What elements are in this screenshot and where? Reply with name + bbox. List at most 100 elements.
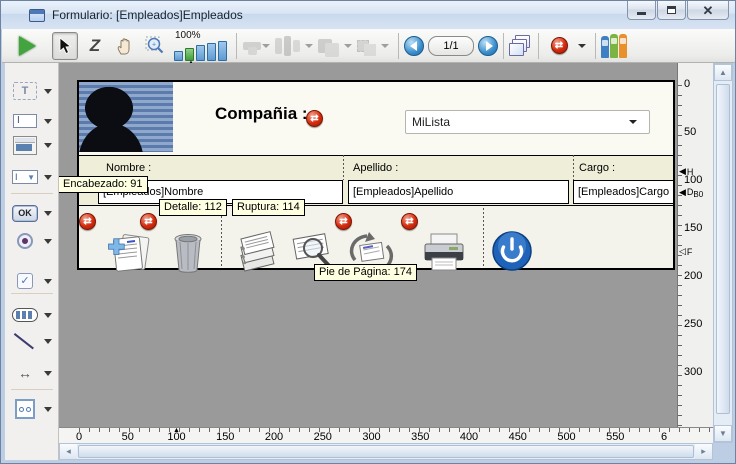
scroll-left-icon[interactable]: ◂ [60, 444, 77, 459]
object-method-dropdown-icon[interactable] [578, 44, 586, 48]
delete-record-button[interactable] [171, 230, 205, 281]
band-marker-H[interactable]: ◀H [679, 166, 693, 177]
method-badge[interactable]: ⇄ [140, 213, 157, 230]
magnifier-icon: + [145, 36, 165, 56]
apellido-field[interactable]: [Empleados]Apellido [348, 180, 569, 204]
ruler-tick-label: 6 [661, 431, 667, 443]
minimize-button[interactable] [627, 1, 656, 20]
chevron-down-icon [44, 279, 52, 284]
chevron-down-icon [44, 371, 52, 376]
line-tool[interactable] [12, 331, 56, 351]
vertical-ruler[interactable]: 050100150200250300◀H◀DB0◁F [677, 63, 713, 427]
object-method-button[interactable]: ⇄ [546, 32, 572, 60]
ok-button-tool[interactable]: OK [12, 203, 56, 223]
window-title: Formulario: [Empleados]Empleados [52, 8, 243, 22]
vertical-scrollbar[interactable]: ▲ ▼ [713, 63, 733, 443]
static-text-tool[interactable]: T [12, 81, 56, 101]
company-dropdown[interactable]: MiLista [405, 110, 650, 134]
scroll-right-icon[interactable]: ▸ [695, 444, 712, 459]
maximize-button[interactable] [657, 1, 686, 20]
chevron-down-icon [629, 120, 637, 124]
previous-page-button[interactable] [404, 36, 424, 56]
align-dropdown-icon [262, 44, 270, 48]
align-tools-disabled [242, 37, 274, 55]
header-band-marker[interactable]: Encabezado: 91 [59, 176, 148, 193]
check-box-tool[interactable]: ✓ [12, 271, 56, 291]
add-record-button[interactable] [105, 230, 155, 281]
next-page-button[interactable] [478, 36, 498, 56]
hand-icon [115, 36, 135, 56]
ruler-tick-label: 200 [684, 270, 702, 282]
group-area-tool[interactable] [12, 135, 56, 155]
vertical-scroll-thumb[interactable] [716, 84, 730, 414]
method-badge[interactable]: ⇄ [401, 213, 418, 230]
distribute-dropdown-icon [305, 44, 313, 48]
zoom-bar-400[interactable] [207, 43, 216, 61]
book-orange-icon [619, 34, 627, 58]
detail-band-marker[interactable]: Detalle: 112 [159, 199, 227, 216]
power-icon [491, 230, 533, 272]
book-blue-icon [601, 36, 609, 58]
form-pages-button[interactable] [509, 35, 533, 57]
ruler-tick-label: 350 [411, 431, 429, 443]
cargo-field[interactable]: [Empleados]Cargo [573, 180, 674, 204]
employee-photo[interactable] [79, 82, 173, 152]
object-method-icon: ⇄ [551, 37, 568, 54]
horizontal-scroll-thumb[interactable] [78, 445, 694, 458]
close-icon: ✕ [703, 4, 714, 17]
entry-order-button[interactable]: Z [82, 32, 108, 60]
chevron-down-icon [44, 239, 52, 244]
nombre-label: Nombre : [106, 162, 151, 174]
cargo-label: Cargo : [579, 162, 615, 174]
chevron-down-icon [44, 143, 52, 148]
method-badge[interactable]: ⇄ [335, 213, 352, 230]
selection-tool-button[interactable] [52, 32, 78, 60]
apellido-label: Apellido : [353, 162, 398, 174]
band-marker-D[interactable]: ◀DB0 [679, 187, 703, 198]
close-button[interactable]: ✕ [687, 1, 729, 20]
form-canvas[interactable]: Compañia : MiLista Nombre : Apellido : C… [59, 63, 677, 427]
minimize-icon [637, 12, 646, 15]
form-design-area[interactable]: Compañia : MiLista Nombre : Apellido : C… [77, 80, 675, 270]
pan-tool-button[interactable] [112, 32, 138, 60]
horizontal-scrollbar[interactable]: ◂ ▸ [59, 443, 713, 460]
explorer-books-button[interactable] [601, 34, 627, 58]
break-band-marker[interactable]: Ruptura: 114 [232, 199, 305, 216]
band-marker-F[interactable]: ◁F [679, 246, 692, 257]
input-field-tool[interactable]: I [12, 111, 56, 131]
card-stack-icon [231, 230, 279, 276]
chevron-down-icon [44, 407, 52, 412]
distribute-tools-disabled [274, 36, 317, 56]
maximize-icon [667, 6, 676, 14]
splitter-tool[interactable]: ↔ [12, 363, 56, 383]
quit-button[interactable] [491, 230, 533, 277]
zoom-widget[interactable]: 100% ▲ [174, 31, 227, 61]
list-box-tool[interactable] [12, 305, 56, 325]
zoom-bar-200[interactable] [196, 45, 205, 61]
zoom-tool-button[interactable]: + [142, 32, 168, 60]
ruler-tick-label: 50 [122, 431, 134, 443]
chevron-down-icon [44, 313, 52, 318]
add-record-icon [105, 230, 155, 276]
method-badge[interactable]: ⇄ [306, 110, 323, 127]
chevron-down-icon [44, 339, 52, 344]
zoom-bar-800[interactable] [218, 41, 227, 61]
print-button[interactable] [419, 230, 469, 281]
radio-button-tool[interactable] [12, 231, 56, 251]
method-badge[interactable]: ⇄ [79, 213, 96, 230]
plugin-area-tool[interactable] [12, 399, 56, 419]
scroll-up-icon[interactable]: ▲ [714, 64, 732, 81]
title-bar[interactable]: Formulario: [Empleados]Empleados ✕ [1, 1, 736, 29]
scroll-down-icon[interactable]: ▼ [714, 425, 732, 442]
printer-icon [419, 230, 469, 276]
horizontal-ruler[interactable]: 0501001502002503003504004505005506▲ [59, 427, 713, 443]
group-tools-disabled [356, 36, 393, 56]
company-label: Compañia : [215, 104, 308, 124]
next-page-icon [486, 41, 493, 51]
ruler-tick-label: 400 [460, 431, 478, 443]
browse-records-button[interactable] [231, 230, 279, 281]
footer-band-marker[interactable]: Pie de Página: 174 [314, 264, 417, 281]
zoom-bar-50[interactable] [174, 51, 183, 61]
execute-form-button[interactable] [14, 32, 40, 60]
combo-box-tool[interactable]: I▼ [12, 167, 56, 187]
